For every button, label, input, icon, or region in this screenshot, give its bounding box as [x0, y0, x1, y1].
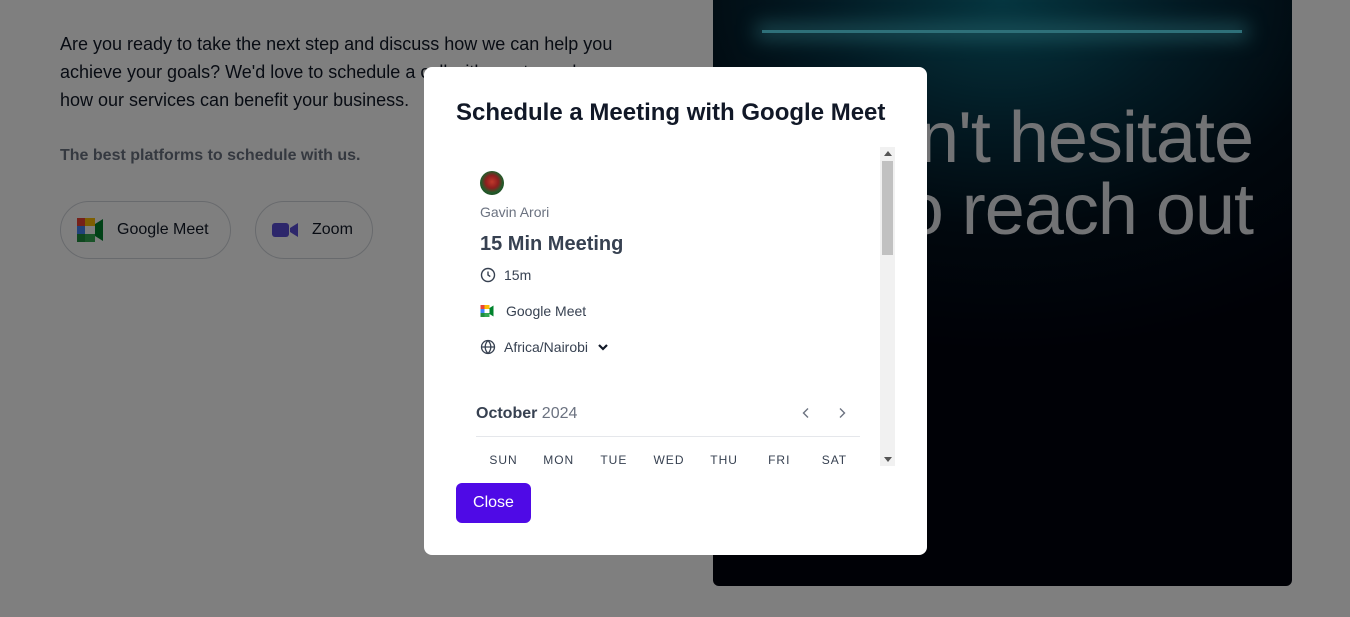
- chevron-left-icon[interactable]: [798, 405, 814, 421]
- duration-value: 15m: [504, 267, 532, 283]
- duration-row: 15m: [480, 267, 531, 283]
- weekday-row: SUN MON TUE WED THU FRI SAT: [476, 453, 862, 466]
- weekday-label: TUE: [600, 453, 628, 466]
- scroll-down-arrow[interactable]: [884, 457, 892, 462]
- location-value: Google Meet: [506, 303, 587, 319]
- booking-embed: Gavin Arori 15 Min Meeting 15m Google Me…: [456, 147, 895, 466]
- weekday-label: MON: [543, 453, 575, 466]
- weekday-label: WED: [653, 453, 685, 466]
- schedule-modal: Schedule a Meeting with Google Meet Gavi…: [424, 67, 927, 555]
- event-title: 15 Min Meeting: [480, 233, 624, 255]
- chevron-down-icon: [598, 344, 608, 351]
- modal-title: Schedule a Meeting with Google Meet: [456, 99, 886, 126]
- calendar-header: October 2024: [476, 403, 860, 437]
- google-meet-icon: [480, 305, 494, 317]
- scroll-up-arrow[interactable]: [884, 151, 892, 156]
- close-button[interactable]: Close: [456, 483, 531, 523]
- calendar-month-year: October 2024: [476, 405, 577, 423]
- scroll-thumb[interactable]: [882, 161, 893, 255]
- timezone-select[interactable]: Africa/Nairobi: [480, 339, 610, 355]
- timezone-value: Africa/Nairobi: [504, 339, 589, 355]
- calendar-year: 2024: [541, 405, 578, 422]
- calendar-month: October: [476, 405, 538, 422]
- weekday-label: SUN: [489, 453, 518, 466]
- chevron-right-icon[interactable]: [834, 405, 850, 421]
- embed-scrollbar[interactable]: [880, 147, 895, 466]
- location-row: Google Meet: [480, 303, 586, 319]
- clock-icon: [480, 267, 496, 283]
- organizer-name: Gavin Arori: [480, 204, 550, 220]
- weekday-label: THU: [710, 453, 738, 466]
- weekday-label: SAT: [821, 453, 848, 466]
- weekday-label: FRI: [768, 453, 791, 466]
- globe-icon: [480, 339, 496, 355]
- organizer-avatar: [480, 171, 504, 195]
